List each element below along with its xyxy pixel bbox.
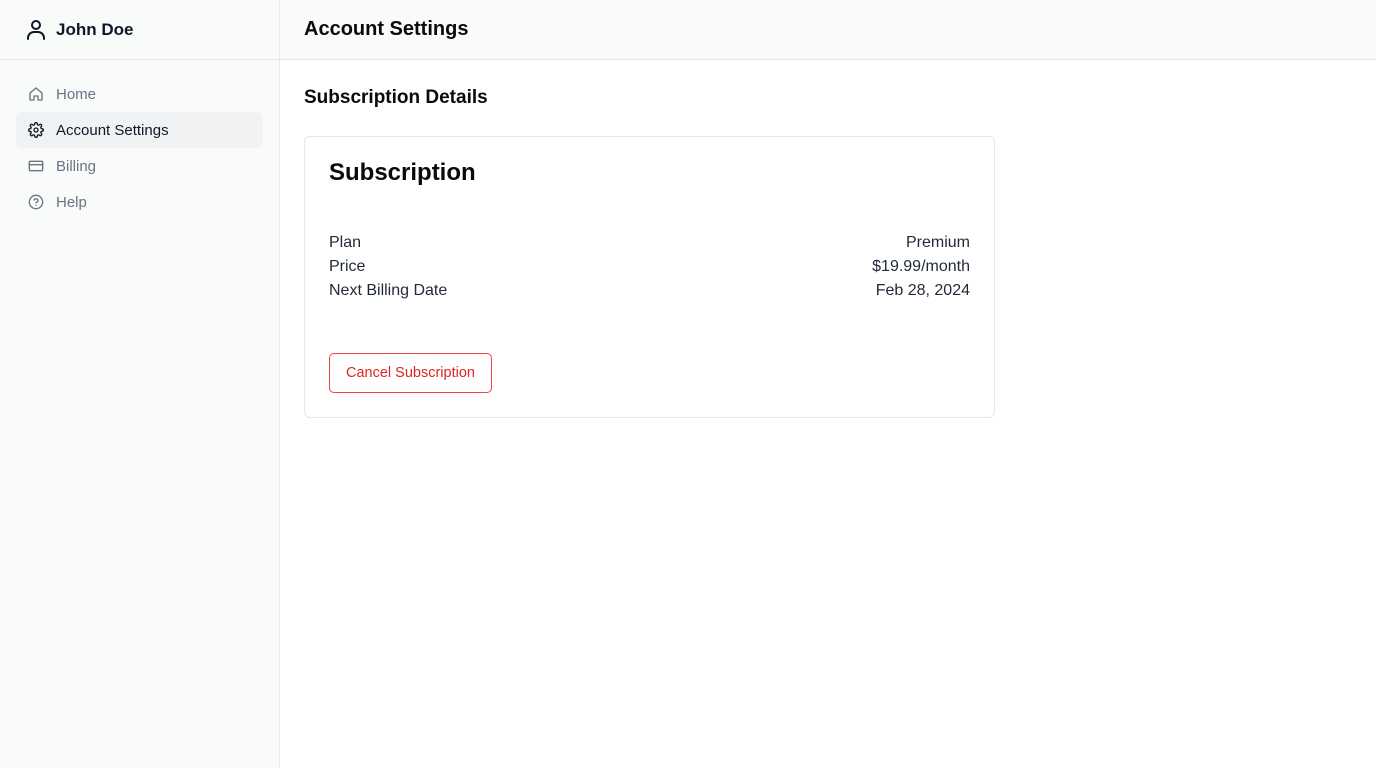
- gear-icon: [28, 122, 44, 138]
- card-title: Subscription: [329, 159, 476, 186]
- page-title: Account Settings: [304, 18, 469, 40]
- detail-row-price: Price $19.99/month: [329, 255, 970, 279]
- user-name: John Doe: [56, 19, 134, 39]
- sidebar-item-home[interactable]: Home: [16, 76, 263, 112]
- sidebar-item-label: Help: [56, 193, 87, 211]
- detail-value: $19.99/month: [872, 258, 970, 275]
- sidebar-item-account-settings[interactable]: Account Settings: [16, 112, 263, 148]
- sidebar-item-label: Account Settings: [56, 121, 169, 139]
- user-icon: [24, 18, 48, 42]
- home-icon: [28, 86, 44, 102]
- detail-value: Premium: [905, 234, 970, 251]
- section-title: Subscription Details: [304, 87, 488, 108]
- sidebar-item-billing[interactable]: Billing: [16, 148, 263, 184]
- main-area: Account Settings Subscription Details Su…: [280, 0, 1376, 768]
- top-bar: Account Settings: [280, 0, 1376, 60]
- credit-card-icon: [28, 158, 44, 174]
- sidebar-nav: Home Account Settings Billing Help: [0, 60, 279, 236]
- subscription-details: Plan Premium Price $19.99/month Next Bil…: [329, 231, 970, 303]
- detail-label: Next Billing Date: [329, 282, 448, 299]
- content: Subscription Details Subscription Plan P…: [280, 60, 1376, 442]
- sidebar-item-label: Billing: [56, 157, 97, 175]
- sidebar: John Doe Home Account Settings Billing H…: [0, 0, 280, 768]
- detail-label: Price: [329, 258, 366, 275]
- detail-row-plan: Plan Premium: [329, 231, 970, 255]
- sidebar-item-help[interactable]: Help: [16, 184, 263, 220]
- cancel-subscription-button[interactable]: Cancel Subscription: [329, 353, 492, 393]
- detail-row-next-billing-date: Next Billing Date Feb 28, 2024: [329, 279, 970, 303]
- subscription-card: Subscription Plan Premium Price $19.99/m…: [304, 136, 995, 418]
- detail-label: Plan: [329, 234, 362, 251]
- detail-value: Feb 28, 2024: [875, 282, 970, 299]
- sidebar-item-label: Home: [56, 85, 97, 103]
- user-header: John Doe: [0, 0, 279, 60]
- help-circle-icon: [28, 194, 44, 210]
